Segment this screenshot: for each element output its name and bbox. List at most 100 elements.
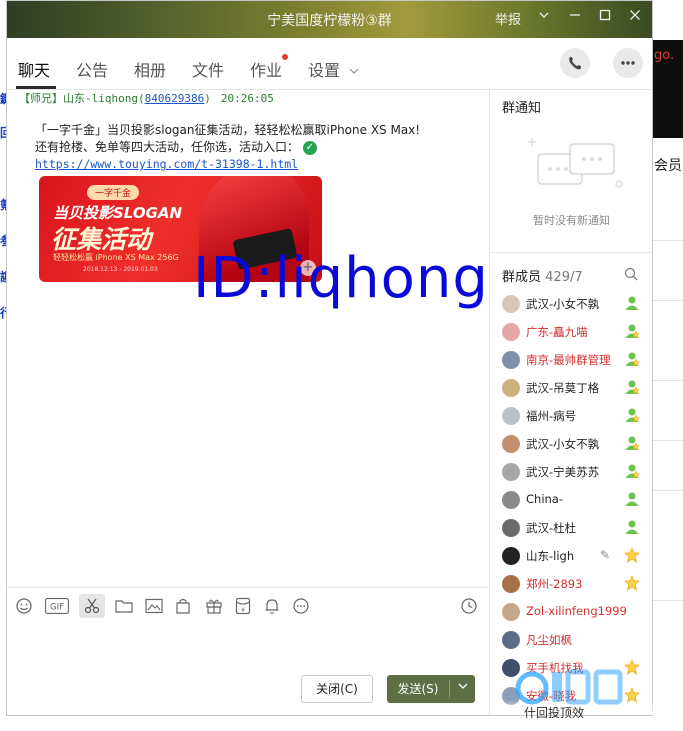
member-row[interactable]: 凡尘如枫 [490,626,653,654]
window-title: 宁美国度柠檬粉③群 [267,13,392,29]
shop-icon[interactable] [173,596,193,616]
gif-icon[interactable]: GIF [45,596,69,616]
titlebar: 宁美国度柠檬粉③群 举报 [7,1,652,38]
avatar[interactable] [502,631,520,649]
member-row[interactable]: 武汉-小女不孰 [490,430,653,458]
more-options-button[interactable] [613,48,643,78]
avatar[interactable] [502,323,520,341]
member-name: 武汉-吊莫丁格 [526,381,600,395]
more-icon[interactable] [291,596,311,616]
tab-bar: 聊天 公告 相册 文件 作业 设置 [7,38,652,90]
sender-tag: 【师兄】 [19,92,63,105]
chevron-down-icon[interactable] [450,675,475,703]
close-button[interactable]: 关闭(C) [301,675,373,703]
member-name: 武汉-宁美苏苏 [526,465,600,479]
search-icon[interactable] [624,266,638,285]
members-title-label: 群成员 [502,270,542,285]
member-star-badge-icon [625,324,640,339]
folder-icon[interactable] [114,596,134,616]
tab-settings-label: 设置 [308,61,341,80]
avatar[interactable] [502,547,520,565]
tab-chat[interactable]: 聊天 [18,57,50,81]
avatar[interactable] [502,407,520,425]
red-packet-icon[interactable]: ¥ [233,596,253,616]
member-row[interactable]: Zol-xilinfeng1999 [490,598,653,626]
phone-icon [569,56,582,70]
member-name: 凡尘如枫 [526,633,572,647]
background-right-strip: go. 会员 [652,0,683,731]
id-watermark: ID:liqhong [193,246,489,311]
active-tab-underline [16,86,56,89]
report-menu[interactable]: 举报 [495,9,521,28]
member-badge-icon [625,296,639,310]
member-star-badge-icon [625,408,640,423]
star-badge-icon [624,575,640,591]
smile-icon[interactable] [14,596,34,616]
message-input[interactable]: 关闭(C) 发送(S) [7,623,489,715]
bg-text: 会员 [654,158,682,174]
member-name: 郑州-2893 [526,577,583,591]
chat-messages-area[interactable]: 【师兄】山东-liqhong(840629386) 20:26:05 「一字千金」… [7,90,489,587]
gift-icon[interactable] [204,596,224,616]
avatar[interactable] [502,575,520,593]
tab-announcement[interactable]: 公告 [76,57,108,81]
scissors-icon[interactable] [79,594,105,618]
activity-link[interactable]: https://www.touying.com/t-31398-1.html [35,157,298,171]
notice-title[interactable]: 群通知 [502,97,541,116]
member-name: 武汉-杜杜 [526,521,577,535]
avatar[interactable] [502,379,520,397]
message-line: 「一字千金」当贝投影slogan征集活动，轻轻松松赢取iPhone XS Max… [35,123,421,137]
member-row[interactable]: 武汉-吊莫丁格 [490,374,653,402]
member-row[interactable]: 武汉-杜杜 [490,514,653,542]
message-line: 还有抢楼、免单等四大活动，任你选，活动入口： [35,140,300,154]
input-toolbar: GIF ¥ [7,587,489,623]
avatar[interactable] [502,519,520,537]
avatar[interactable] [502,603,520,621]
message-line-with-badge: 还有抢楼、免单等四大活动，任你选，活动入口： ✓ [35,139,475,156]
message-body: 「一字千金」当贝投影slogan征集活动，轻轻松松赢取iPhone XS Max… [35,122,475,173]
banner-prize: 轻轻松松赢 iPhone XS Max 256G [53,253,179,262]
tab-settings[interactable]: 设置 [308,57,359,81]
tab-album[interactable]: 相册 [134,57,166,81]
minimize-icon[interactable] [569,9,581,25]
star-badge-icon [624,547,640,563]
bell-icon[interactable] [262,596,282,616]
avatar[interactable] [502,295,520,313]
avatar[interactable] [502,491,520,509]
svg-text:GIF: GIF [50,603,64,613]
avatar[interactable] [502,435,520,453]
banner-title: 征集活动 [51,225,152,254]
member-row[interactable]: 山东-ligh ✎ [490,542,653,570]
phone-call-button[interactable] [560,48,590,78]
history-icon[interactable] [459,596,479,616]
member-name: 福州-病号 [526,409,577,423]
bg-red-text: go. [654,48,675,63]
member-row[interactable]: China- [490,486,653,514]
image-icon[interactable] [144,596,164,616]
maximize-icon[interactable] [599,9,611,25]
close-icon[interactable] [629,9,641,25]
send-button-label: 发送(S) [397,682,439,696]
member-row[interactable]: 南京-最帅群管理 [490,346,653,374]
sender-name[interactable]: 山东-liqhong [63,92,138,105]
chat-window: 宁美国度柠檬粉③群 举报 聊天 公告 相册 文件 作业 设置 【师兄】山东-li… [6,0,653,716]
tab-homework[interactable]: 作业 [250,54,289,81]
member-row[interactable]: 福州-病号 [490,402,653,430]
member-star-badge-icon [625,464,640,479]
chevron-down-icon[interactable] [538,9,550,25]
notification-dot [282,54,289,60]
avatar[interactable] [502,351,520,369]
member-row[interactable]: 广东-矗九喵 [490,318,653,346]
send-button[interactable]: 发送(S) [387,675,475,703]
banner-pill: 一字千金 [87,185,140,200]
member-row[interactable]: 郑州-2893 [490,570,653,598]
site-logo-watermark [515,669,623,705]
member-row[interactable]: 武汉-小女不孰 [490,290,653,318]
right-panel: 群通知 暂时没有新通知 群成员 429/7 武汉-小女不孰 广东-矗九喵 南京-最帅… [489,90,653,715]
member-row[interactable]: 武汉-宁美苏苏 [490,458,653,486]
sender-id-link[interactable]: 840629386 [145,92,205,105]
avatar[interactable] [502,463,520,481]
svg-text:¥: ¥ [241,607,245,614]
edit-icon[interactable]: ✎ [600,548,610,562]
tab-files[interactable]: 文件 [192,57,224,81]
